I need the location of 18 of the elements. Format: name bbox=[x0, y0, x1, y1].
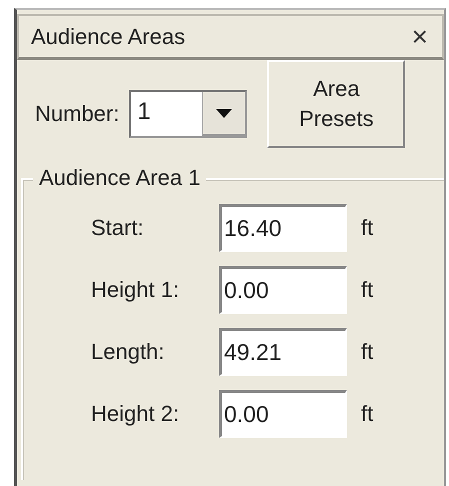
input-field[interactable]: 49.21 bbox=[219, 328, 347, 376]
unit-label: ft bbox=[361, 277, 374, 303]
input-field[interactable]: 16.40 bbox=[219, 204, 347, 252]
area-presets-button[interactable]: Area Presets bbox=[267, 60, 406, 148]
field-label: Height 1: bbox=[91, 277, 180, 303]
close-button[interactable]: × bbox=[408, 20, 432, 52]
field-label: Height 2: bbox=[91, 401, 180, 427]
number-label: Number: bbox=[35, 101, 120, 127]
input-field[interactable]: 0.00 bbox=[219, 390, 347, 438]
number-dropdown[interactable]: 1 bbox=[129, 90, 248, 138]
unit-label: ft bbox=[361, 401, 374, 427]
unit-label: ft bbox=[361, 339, 374, 365]
input-field[interactable]: 0.00 bbox=[219, 266, 347, 314]
field-label: Length: bbox=[91, 339, 166, 365]
field-label: Start: bbox=[91, 215, 145, 241]
window-title: Audience Areas bbox=[31, 24, 186, 50]
caret-icon bbox=[216, 108, 232, 118]
unit-label: ft bbox=[361, 215, 374, 241]
